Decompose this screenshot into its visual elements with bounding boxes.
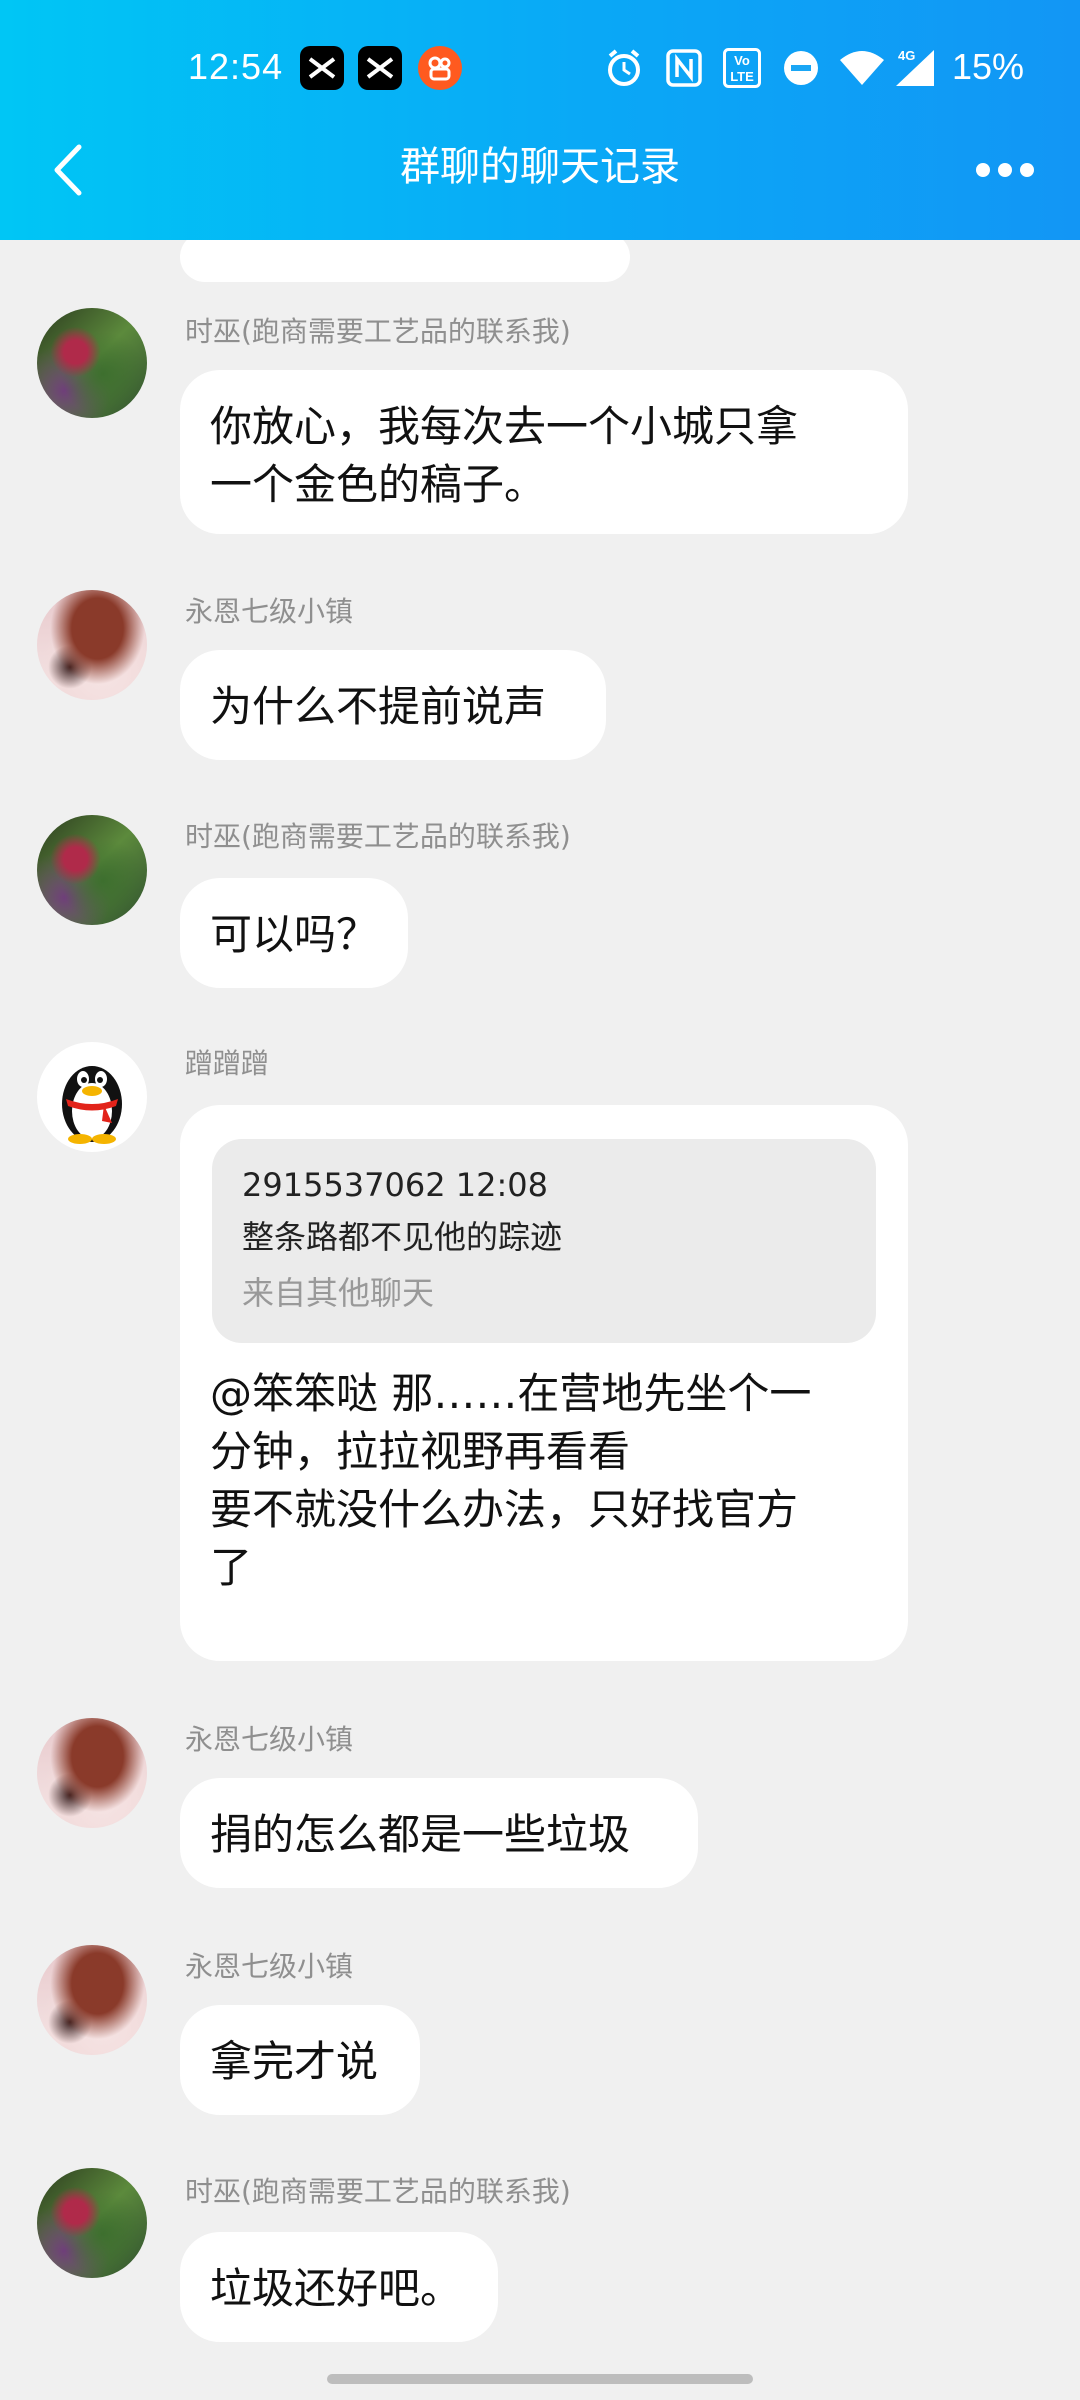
sender-name: 时巫(跑商需要工艺品的联系我): [185, 2175, 571, 2208]
signal-icon: 4G: [892, 48, 936, 88]
quoted-message[interactable]: 2915537062 12:08 整条路都不见他的踪迹 来自其他聊天: [212, 1139, 876, 1343]
penguin-icon: [62, 1066, 122, 1144]
message-bubble[interactable]: 可以吗？: [180, 878, 408, 988]
nfc-icon: [664, 48, 704, 88]
more-options-button[interactable]: [970, 140, 1040, 200]
status-time: 12:54: [188, 46, 284, 87]
message-text: 可以吗？: [210, 910, 379, 959]
quote-text: 整条路都不见他的踪迹: [242, 1218, 563, 1256]
status-bar: 12:54 Vo LTE 4G 15%: [0, 0, 1080, 140]
quote-source: 来自其他聊天: [242, 1274, 435, 1312]
qq-penguin-avatar[interactable]: [37, 1042, 147, 1152]
message-bubble[interactable]: 捐的怎么都是一些垃圾: [180, 1778, 698, 1888]
message-bubble[interactable]: 垃圾还好吧。: [180, 2232, 498, 2342]
dot: [976, 163, 990, 177]
capcut-icon: [358, 46, 402, 90]
sender-name: 蹭蹭蹭: [185, 1047, 270, 1080]
green-swirl-avatar[interactable]: [37, 815, 147, 925]
sender-name: 永恩七级小镇: [185, 1950, 354, 1983]
message-text: 你放心，我每次去一个小城只拿 一个金色的稿子。: [210, 402, 799, 509]
message-bubble[interactable]: 为什么不提前说声: [180, 650, 606, 760]
message-text: @笨笨哒 那……在营地先坐个一 分钟，拉拉视野再看看 要不就没什么办法，只好找官…: [210, 1369, 812, 1592]
message-text: 捐的怎么都是一些垃圾: [210, 1810, 631, 1859]
page-title: 群聊的聊天记录: [400, 144, 680, 190]
sender-name: 时巫(跑商需要工艺品的联系我): [185, 315, 571, 348]
chat-history[interactable]: 时巫(跑商需要工艺品的联系我) 你放心，我每次去一个小城只拿 一个金色的稿子。 …: [0, 232, 1080, 2400]
header: 12:54 Vo LTE 4G 15% 群聊的聊天记录: [0, 0, 1080, 240]
quote-meta: 2915537062 12:08: [242, 1166, 548, 1204]
svg-text:4G: 4G: [898, 48, 915, 63]
svg-text:Vo: Vo: [734, 53, 750, 68]
battery-level: 15%: [952, 46, 1025, 87]
anime-avatar[interactable]: [37, 1945, 147, 2055]
home-indicator[interactable]: [327, 2374, 753, 2384]
kuaishou-icon: [418, 46, 462, 90]
message-bubble[interactable]: 你放心，我每次去一个小城只拿 一个金色的稿子。: [180, 370, 908, 534]
message-text: 为什么不提前说声: [210, 682, 547, 731]
sender-name: 永恩七级小镇: [185, 1723, 354, 1756]
anime-avatar[interactable]: [37, 590, 147, 700]
anime-avatar[interactable]: [37, 1718, 147, 1828]
message-bubble[interactable]: 拿完才说: [180, 2005, 420, 2115]
nav-bar: 群聊的聊天记录: [0, 140, 1080, 240]
volte-icon: Vo LTE: [722, 48, 762, 88]
message-bubble[interactable]: 2915537062 12:08 整条路都不见他的踪迹 来自其他聊天 @笨笨哒 …: [180, 1105, 908, 1661]
wifi-icon: [838, 48, 886, 88]
message-text: 拿完才说: [210, 2037, 379, 2086]
dnd-icon: [780, 48, 822, 88]
green-swirl-avatar[interactable]: [37, 2168, 147, 2278]
green-swirl-avatar[interactable]: [37, 308, 147, 418]
sender-name: 永恩七级小镇: [185, 595, 354, 628]
dot: [1020, 163, 1034, 177]
alarm-icon: [603, 48, 645, 88]
dot: [998, 163, 1012, 177]
capcut-icon: [300, 46, 344, 90]
sender-name: 时巫(跑商需要工艺品的联系我): [185, 820, 571, 853]
svg-text:LTE: LTE: [730, 69, 754, 84]
message-text: 垃圾还好吧。: [210, 2264, 463, 2313]
